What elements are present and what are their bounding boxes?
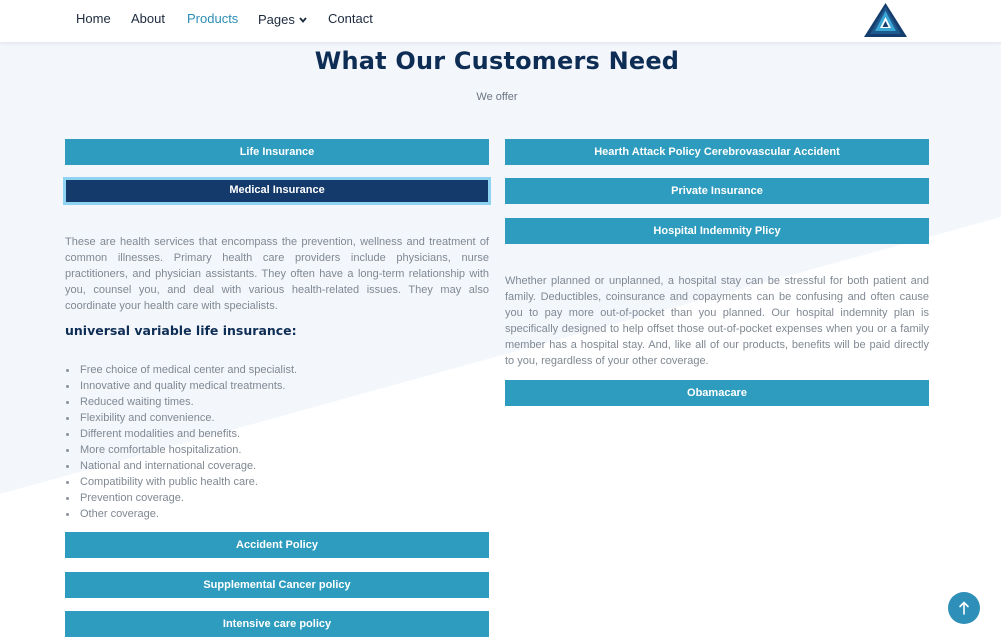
top-navbar: Home About Products Pages Contact [0, 0, 1001, 43]
page-subtitle: We offer [476, 91, 518, 103]
list-item: Flexibility and convenience. [65, 410, 297, 426]
nav-pages-label: Pages [258, 12, 295, 27]
list-item: Reduced waiting times. [65, 394, 297, 410]
features-list: Free choice of medical center and specia… [65, 362, 297, 522]
obamacare-button[interactable]: Obamacare [505, 380, 929, 406]
accident-policy-button[interactable]: Accident Policy [65, 532, 489, 558]
list-item: Prevention coverage. [65, 490, 297, 506]
medical-insurance-description: These are health services that encompass… [65, 236, 489, 312]
private-insurance-button[interactable]: Private Insurance [505, 178, 929, 204]
hospital-indemnity-policy-button[interactable]: Hospital Indemnity Plicy [505, 218, 929, 244]
list-item: Compatibility with public health care. [65, 474, 297, 490]
life-insurance-button[interactable]: Life Insurance [65, 139, 489, 165]
chevron-down-icon [299, 11, 307, 26]
intensive-care-policy-button[interactable]: Intensive care policy [65, 611, 489, 637]
scroll-to-top-button[interactable] [948, 592, 980, 624]
list-item: Innovative and quality medical treatment… [65, 378, 297, 394]
hospital-indemnity-description: Whether planned or unplanned, a hospital… [505, 275, 929, 367]
list-item: National and international coverage. [65, 458, 297, 474]
list-item: More comfortable hospitalization. [65, 442, 297, 458]
nav-home-link[interactable]: Home [76, 11, 111, 26]
nav-about-link[interactable]: About [131, 11, 165, 26]
nav-products-link[interactable]: Products [187, 11, 238, 26]
nav-pages-dropdown[interactable]: Pages [258, 11, 307, 27]
nav-contact-link[interactable]: Contact [328, 11, 373, 26]
list-item: Other coverage. [65, 506, 297, 522]
list-item: Free choice of medical center and specia… [65, 362, 297, 378]
medical-insurance-button[interactable]: Medical Insurance [63, 177, 491, 205]
arrow-up-icon [959, 601, 969, 615]
triangle-logo-icon[interactable] [863, 2, 908, 38]
features-subheading: universal variable life insurance: [65, 323, 297, 338]
heart-attack-policy-button[interactable]: Hearth Attack Policy Cerebrovascular Acc… [505, 139, 929, 165]
page-title: What Our Customers Need [314, 47, 680, 75]
supplemental-cancer-policy-button[interactable]: Supplemental Cancer policy [65, 572, 489, 598]
list-item: Different modalities and benefits. [65, 426, 297, 442]
